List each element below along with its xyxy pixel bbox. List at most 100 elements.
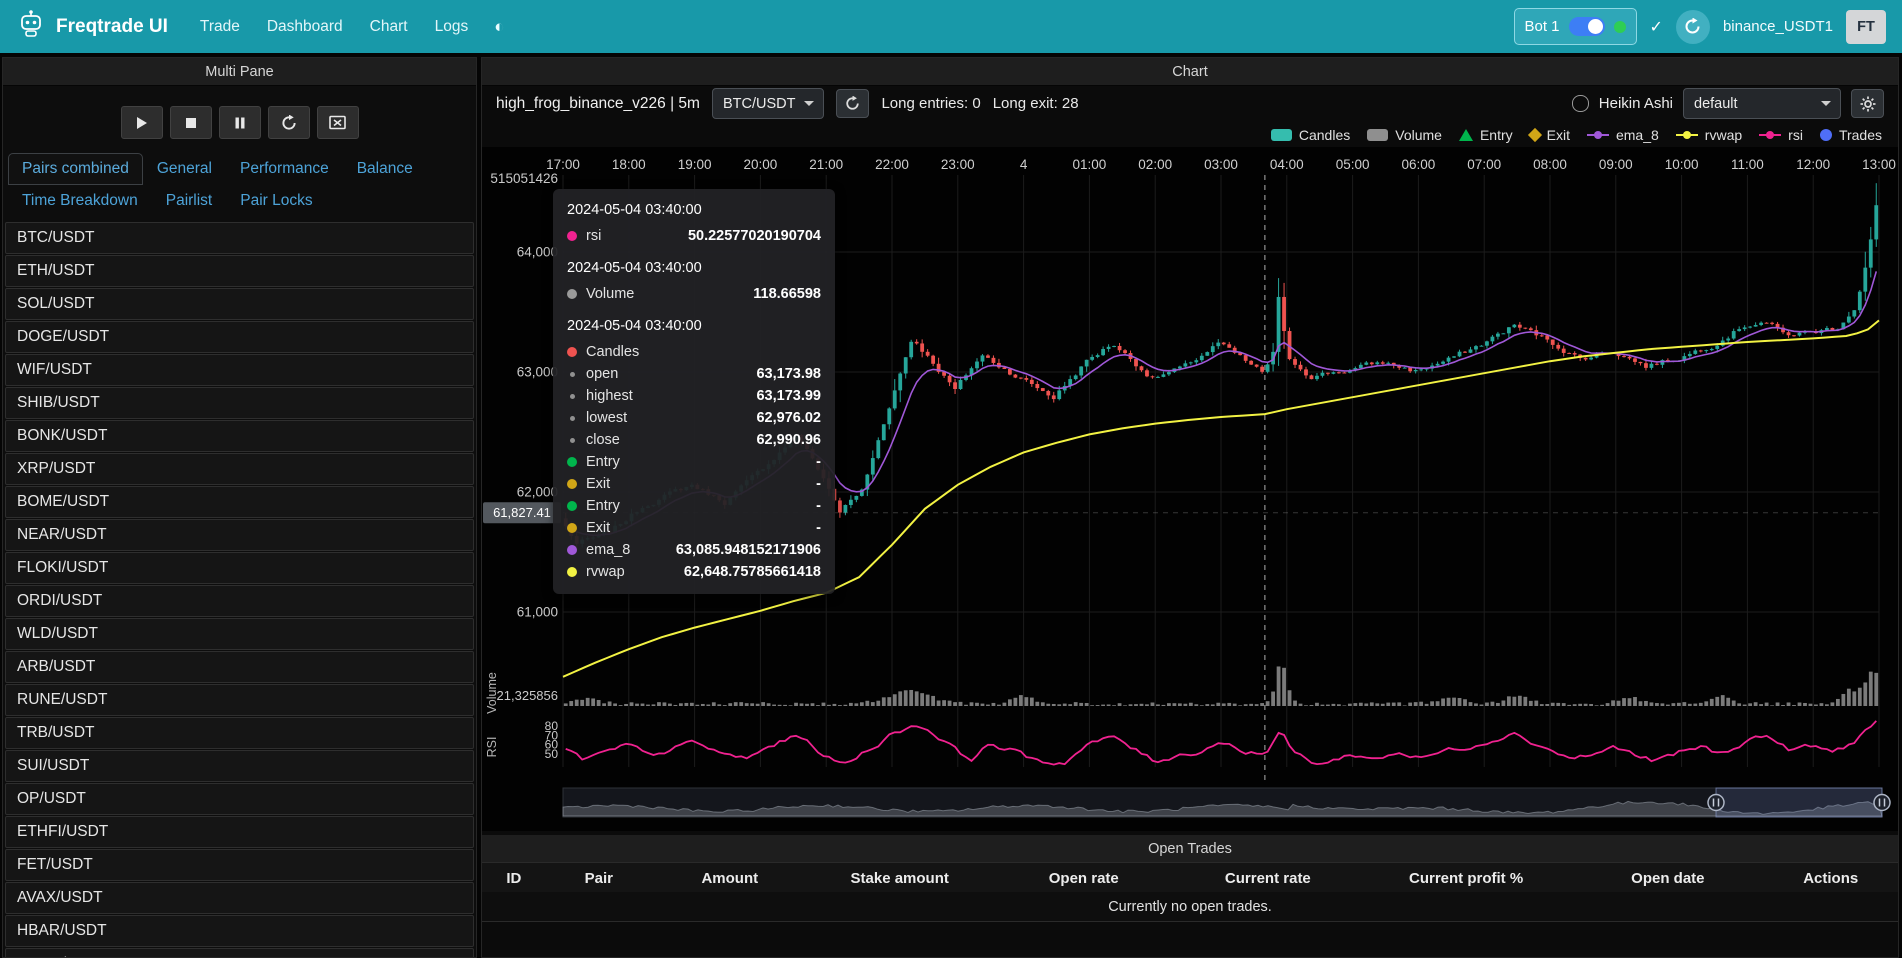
reset-layout-button[interactable] [317,106,359,139]
pair-item[interactable]: RNDR/USDT [5,948,474,957]
bot-reload-button[interactable] [1676,10,1710,44]
plot-config-select[interactable]: default [1683,88,1841,119]
series-dot-icon [570,372,575,377]
theme-toggle-icon[interactable]: ◐ [494,17,504,37]
legend-label: ema_8 [1616,127,1659,143]
pair-item[interactable]: SHIB/USDT [5,387,474,419]
pair-item[interactable]: DOGE/USDT [5,321,474,353]
chart-settings-button[interactable] [1851,89,1884,118]
zoom-selected-window[interactable] [1716,788,1882,817]
axis-label: 62,000 [517,485,558,500]
nav-link-trade[interactable]: Trade [200,18,240,36]
axis-label: 18:00 [612,157,646,172]
reload-config-button[interactable] [268,106,310,139]
tooltip-row: highest63,173.99 [567,385,821,407]
pair-item[interactable]: RUNE/USDT [5,684,474,716]
bot-toggle[interactable] [1569,17,1605,36]
chart-reload-button[interactable] [836,89,869,118]
pair-item[interactable]: FLOKI/USDT [5,552,474,584]
series-dot-icon [567,523,577,533]
series-dot-icon [567,501,577,511]
tooltip-row: Entry- [567,451,821,473]
heikin-ashi-checkbox[interactable] [1572,95,1589,112]
series-dot-icon [567,289,577,299]
pair-item[interactable]: XRP/USDT [5,453,474,485]
pair-item[interactable]: SUI/USDT [5,750,474,782]
legend-item-rsi[interactable]: rsi [1759,127,1803,143]
pair-item[interactable]: BOME/USDT [5,486,474,518]
axis-label: 17:00 [546,157,580,172]
bot-label: Bot 1 [1525,18,1560,35]
pair-item[interactable]: OP/USDT [5,783,474,815]
tab-balance[interactable]: Balance [343,153,427,185]
tooltip-value: 62,990.96 [756,432,821,448]
user-avatar[interactable]: FT [1846,10,1886,44]
nav-link-dashboard[interactable]: Dashboard [267,18,343,36]
bot-selector[interactable]: Bot 1 [1514,8,1637,45]
zoom-handle-left[interactable] [1708,795,1724,811]
axis-label: 61,000 [517,605,558,620]
pair-select[interactable]: BTC/USDT [712,88,825,119]
pair-item[interactable]: TRB/USDT [5,717,474,749]
legend-item-exit[interactable]: Exit [1530,127,1570,143]
tooltip-value: 50.22577020190704 [688,228,821,244]
legend-dot-icon [1594,131,1602,139]
column-header-current-rate: Current rate [1176,863,1360,893]
nav-link-logs[interactable]: Logs [435,18,469,36]
pair-item[interactable]: SOL/USDT [5,288,474,320]
volume-swatch-icon [1367,129,1388,141]
tab-pair-locks[interactable]: Pair Locks [226,185,326,217]
legend-item-candles[interactable]: Candles [1271,127,1350,143]
series-dot-icon [567,545,577,555]
pair-item[interactable]: ARB/USDT [5,651,474,683]
series-dot-icon [567,347,577,357]
axis-label: 13:00 [1862,157,1896,172]
tooltip-row: Entry- [567,495,821,517]
pair-item[interactable]: HBAR/USDT [5,915,474,947]
legend-item-ema_8[interactable]: ema_8 [1587,127,1659,143]
tab-performance[interactable]: Performance [226,153,343,185]
legend-label: Trades [1839,127,1882,143]
tab-time-breakdown[interactable]: Time Breakdown [8,185,152,217]
tooltip-value: - [816,498,821,514]
pair-item[interactable]: BONK/USDT [5,420,474,452]
legend-item-trades[interactable]: Trades [1820,127,1882,143]
pair-item[interactable]: ETH/USDT [5,255,474,287]
tab-general[interactable]: General [143,153,226,185]
column-header-open-rate: Open rate [992,863,1176,893]
tooltip-label: lowest [586,410,627,426]
legend-item-rvwap[interactable]: rvwap [1676,127,1742,143]
axis-label: 64,000 [517,245,558,260]
axis-label: 09:00 [1599,157,1633,172]
tooltip-value: 62,648.75785661418 [684,564,821,580]
series-dot-icon [567,567,577,577]
column-header-amount: Amount [652,863,808,893]
nav-link-chart[interactable]: Chart [370,18,408,36]
pair-item[interactable]: WLD/USDT [5,618,474,650]
pair-item[interactable]: BTC/USDT [5,222,474,254]
pair-item[interactable]: AVAX/USDT [5,882,474,914]
long-exit-label: Long exit: 28 [993,95,1079,112]
tooltip-value: 118.66598 [753,286,821,302]
confirm-check-icon: ✓ [1650,17,1663,37]
legend-item-volume[interactable]: Volume [1367,127,1442,143]
start-bot-button[interactable] [121,106,163,139]
pause-bot-button[interactable] [219,106,261,139]
zoom-handle-right[interactable] [1874,795,1890,811]
tooltip-label: Candles [586,344,639,360]
tab-pairs-combined[interactable]: Pairs combined [8,153,143,185]
pair-item[interactable]: ETHFI/USDT [5,816,474,848]
axis-label: 04:00 [1270,157,1304,172]
stop-bot-button[interactable] [170,106,212,139]
tooltip-value: 62,976.02 [756,410,821,426]
multi-pane-title: Multi Pane [3,58,476,86]
pair-item[interactable]: NEAR/USDT [5,519,474,551]
pair-item[interactable]: ORDI/USDT [5,585,474,617]
pair-item[interactable]: FET/USDT [5,849,474,881]
chart-canvas[interactable]: 17:0018:0019:0020:0021:0022:0023:00401:0… [482,147,1899,831]
pair-item[interactable]: WIF/USDT [5,354,474,386]
legend-item-entry[interactable]: Entry [1459,127,1513,143]
column-header-open-date: Open date [1572,863,1763,893]
legend-label: Candles [1299,127,1350,143]
tab-pairlist[interactable]: Pairlist [152,185,227,217]
